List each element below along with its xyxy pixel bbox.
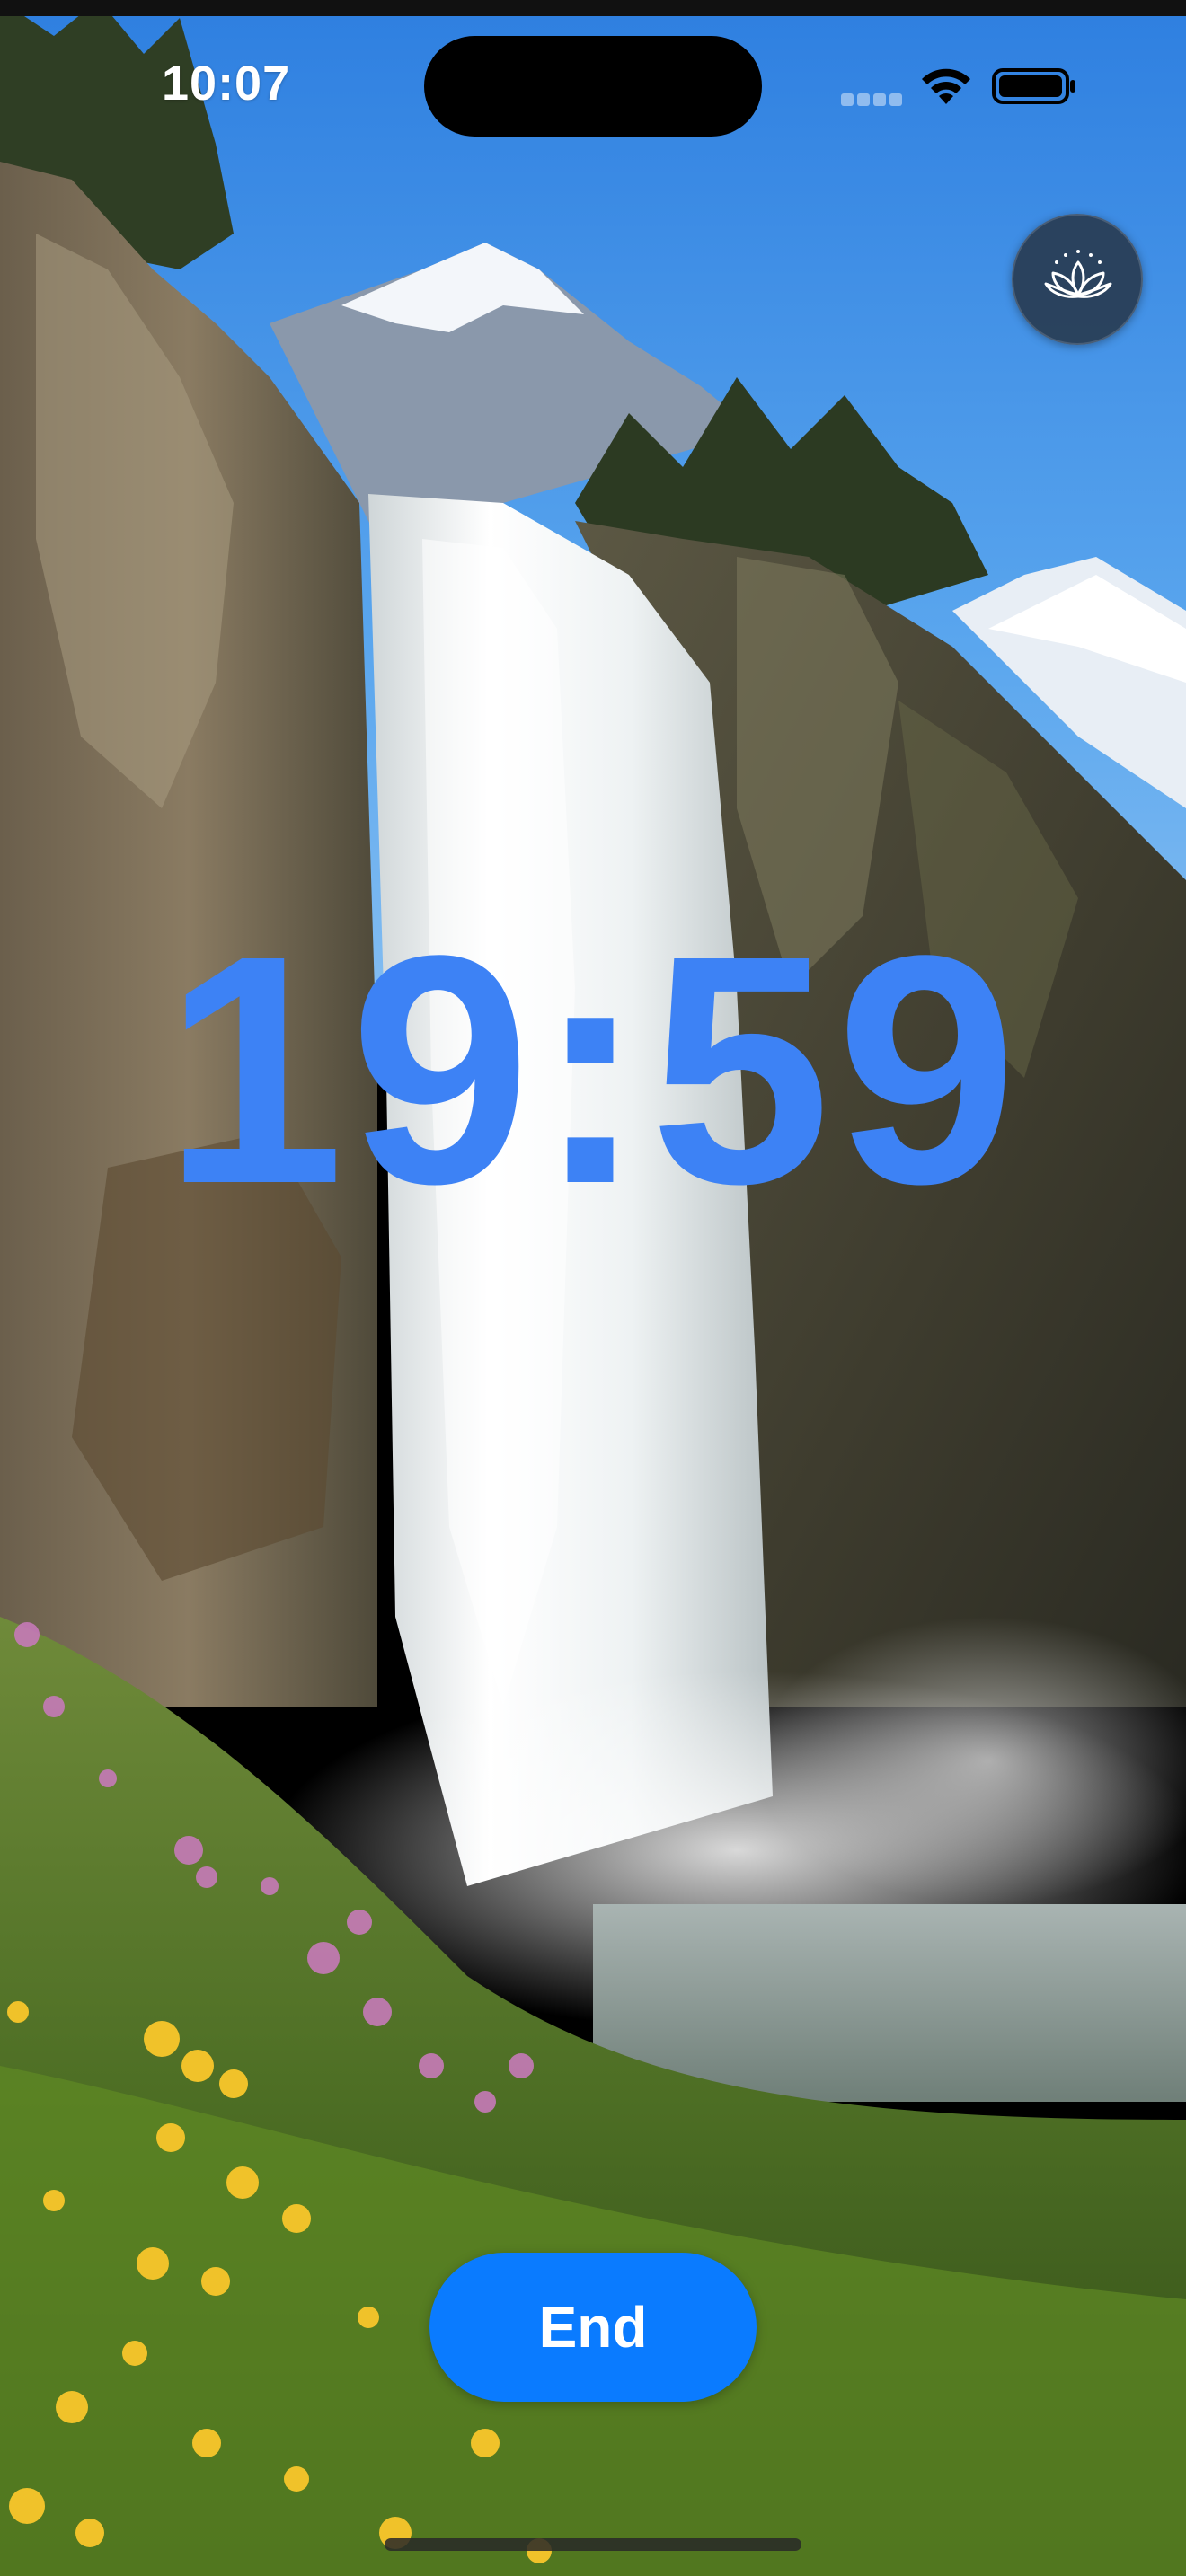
top-edge-bar [0,0,1186,16]
lotus-icon [1044,250,1112,298]
status-bar-time: 10:07 [162,57,291,110]
waterfall-background-image [0,0,1186,2576]
cellular-signal-icon [841,93,902,106]
home-indicator[interactable] [385,2538,801,2551]
battery-icon [992,68,1075,104]
meditation-mode-button[interactable] [1012,214,1143,345]
wifi-icon [922,68,970,104]
end-button[interactable]: End [429,2253,757,2402]
meditation-timer-screen: 10:07 19:59 End [0,0,1186,2576]
dynamic-island [424,36,762,137]
timer-countdown: 19:59 [164,887,1022,1251]
